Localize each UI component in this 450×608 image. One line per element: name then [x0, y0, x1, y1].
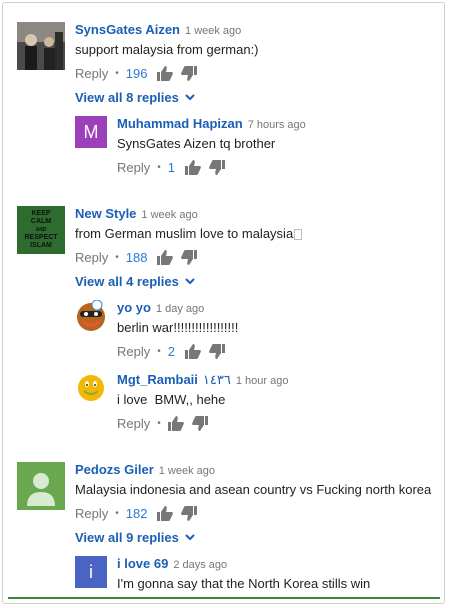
separator-dot: • [157, 418, 161, 429]
thumbs-down-icon[interactable] [209, 160, 225, 175]
thumbs-up-icon[interactable] [185, 160, 201, 175]
comment-actions: Reply • 188 [75, 250, 205, 265]
comment-text: I'm gonna say that the North Korea still… [117, 576, 371, 591]
like-count: 182 [125, 506, 148, 521]
author-name[interactable]: yo yo [117, 300, 151, 315]
comment-text: Malaysia indonesia and asean country vs … [75, 482, 432, 497]
thumbs-up-icon[interactable] [185, 344, 201, 359]
timestamp[interactable]: 2 days ago [173, 559, 227, 571]
avatar-text: RESPECT [24, 234, 58, 241]
avatar-letter: i [89, 561, 93, 582]
separator-dot: • [115, 252, 119, 263]
comment-header: yo yo 1 day ago [117, 300, 204, 315]
thumbs-down-icon[interactable] [191, 416, 208, 431]
thumbs-down-icon[interactable] [181, 66, 198, 81]
chevron-down-icon [185, 90, 195, 101]
separator-dot: • [115, 508, 119, 519]
like-count: 188 [125, 250, 148, 265]
author-name[interactable]: Mgt_Rambaii [117, 372, 198, 387]
chevron-down-icon [185, 530, 195, 541]
view-replies-button[interactable]: View all 9 replies [75, 530, 195, 545]
like-count: 196 [125, 66, 148, 81]
reply-button[interactable]: Reply [117, 416, 150, 431]
timestamp[interactable]: 1 day ago [156, 303, 204, 315]
comment: KEEP CALM AND RESPECT ISLAM New Style 1 w… [17, 206, 437, 296]
thumbs-up-icon[interactable] [157, 250, 174, 265]
reply-button[interactable]: Reply [75, 66, 108, 81]
thumbs-up-icon[interactable] [157, 66, 174, 81]
thumbs-down-icon[interactable] [209, 344, 225, 359]
comment-text: support malaysia from german:) [75, 42, 259, 57]
separator-dot: • [157, 162, 161, 173]
comment-header: Mgt_Rambaii ١٤٣٦ 1 hour ago [117, 372, 288, 388]
comment-header: i love 69 2 days ago [117, 556, 227, 571]
timestamp[interactable]: 1 week ago [141, 209, 197, 221]
author-name[interactable]: SynsGates Aizen [75, 22, 180, 37]
reply-comment: i i love 69 2 days ago I'm gonna say that… [75, 556, 435, 594]
reply-button[interactable]: Reply [75, 250, 108, 265]
comment: SynsGates Aizen 1 week ago support malays… [17, 22, 437, 112]
comment-text: SynsGates Aizen tq brother [117, 136, 276, 151]
view-replies-label: View all 4 replies [75, 274, 179, 289]
avatar[interactable] [75, 372, 107, 404]
timestamp[interactable]: 1 week ago [159, 465, 215, 477]
comment-text: from German muslim love to malaysia [75, 226, 303, 241]
comment-text: berlin war!!!!!!!!!!!!!!!!!! [117, 320, 239, 335]
reply-button[interactable]: Reply [117, 160, 150, 175]
comment-text-content: from German muslim love to malaysia [75, 226, 294, 241]
thumbs-up-icon[interactable] [157, 506, 174, 521]
chevron-down-icon [185, 274, 195, 285]
avatar[interactable]: KEEP CALM AND RESPECT ISLAM [17, 206, 65, 254]
reply-button[interactable]: Reply [75, 506, 108, 521]
thumbs-down-icon[interactable] [181, 250, 198, 265]
comment-actions: Reply • 182 [75, 506, 205, 521]
timestamp[interactable]: 7 hours ago [248, 119, 306, 131]
author-name[interactable]: New Style [75, 206, 136, 221]
avatar-text: KEEP [31, 210, 51, 217]
view-replies-button[interactable]: View all 8 replies [75, 90, 195, 105]
view-replies-label: View all 9 replies [75, 530, 179, 545]
reply-button[interactable]: Reply [117, 344, 150, 359]
separator-dot: • [115, 68, 119, 79]
comment: Pedozs Giler 1 week ago Malaysia indonesi… [17, 462, 437, 552]
reply-comment: Mgt_Rambaii ١٤٣٦ 1 hour ago i love BMW,, h… [75, 372, 435, 434]
author-suffix: ١٤٣٦ [202, 372, 231, 387]
avatar-text: CALM [30, 218, 52, 225]
view-replies-button[interactable]: View all 4 replies [75, 274, 195, 289]
comment-header: Pedozs Giler 1 week ago [75, 462, 215, 477]
accent-bar [8, 597, 440, 599]
comment-actions: Reply • 1 [117, 160, 233, 175]
comment-actions: Reply • [117, 416, 216, 431]
thumbs-up-icon[interactable] [167, 416, 184, 431]
comment-header: Muhammad Hapizan 7 hours ago [117, 116, 306, 131]
missing-glyph-icon [294, 229, 303, 241]
avatar[interactable]: M [75, 116, 107, 148]
separator-dot: • [157, 346, 161, 357]
thumbs-down-icon[interactable] [181, 506, 198, 521]
view-replies-label: View all 8 replies [75, 90, 179, 105]
comment-header: SynsGates Aizen 1 week ago [75, 22, 241, 37]
avatar[interactable] [17, 462, 65, 510]
author-name[interactable]: i love 69 [117, 556, 168, 571]
timestamp[interactable]: 1 hour ago [236, 375, 289, 387]
like-count: 2 [167, 344, 175, 359]
like-count: 1 [167, 160, 175, 175]
avatar[interactable] [17, 22, 65, 70]
avatar[interactable] [75, 300, 107, 332]
avatar[interactable]: i [75, 556, 107, 588]
timestamp[interactable]: 1 week ago [185, 25, 241, 37]
avatar-text: AND [35, 227, 47, 233]
author-name[interactable]: Pedozs Giler [75, 462, 154, 477]
comment-header: New Style 1 week ago [75, 206, 198, 221]
avatar-letter: M [83, 121, 99, 142]
comment-actions: Reply • 2 [117, 344, 233, 359]
comment-actions: Reply • 196 [75, 66, 205, 81]
avatar-text: ISLAM [30, 242, 52, 249]
author-name[interactable]: Muhammad Hapizan [117, 116, 243, 131]
reply-comment: M Muhammad Hapizan 7 hours ago SynsGates … [75, 116, 435, 178]
reply-comment: yo yo 1 day ago berlin war!!!!!!!!!!!!!!!… [75, 300, 435, 362]
comment-text: i love BMW,, hehe [117, 392, 226, 407]
